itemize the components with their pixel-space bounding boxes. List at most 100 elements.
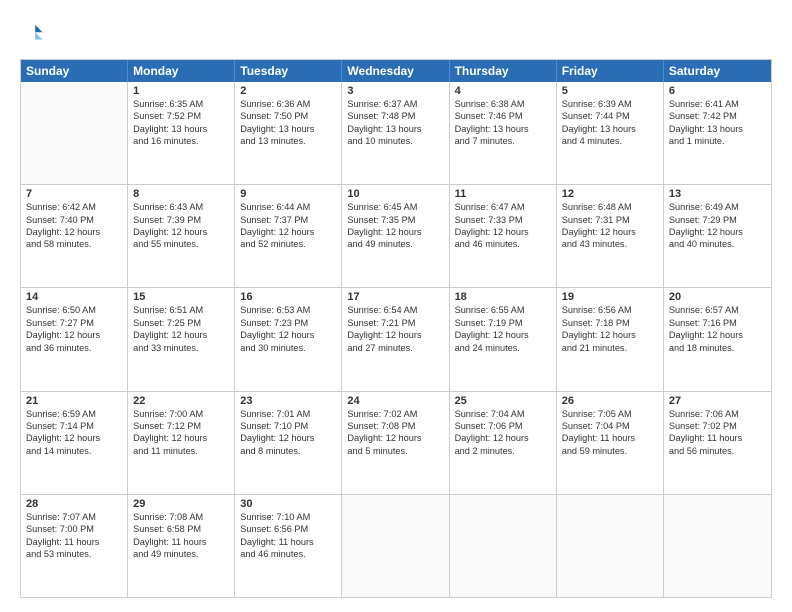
cell-line: Daylight: 12 hours bbox=[26, 226, 122, 238]
cell-line: Sunset: 6:58 PM bbox=[133, 523, 229, 535]
calendar-empty-cell bbox=[342, 495, 449, 597]
cell-line: Sunset: 7:14 PM bbox=[26, 420, 122, 432]
calendar-day-5: 5Sunrise: 6:39 AMSunset: 7:44 PMDaylight… bbox=[557, 82, 664, 184]
header bbox=[20, 18, 772, 49]
cell-line: Daylight: 12 hours bbox=[562, 226, 658, 238]
calendar-day-15: 15Sunrise: 6:51 AMSunset: 7:25 PMDayligh… bbox=[128, 288, 235, 390]
cell-line: Sunrise: 7:07 AM bbox=[26, 511, 122, 523]
day-number: 29 bbox=[133, 498, 229, 510]
cell-line: Sunrise: 7:00 AM bbox=[133, 408, 229, 420]
cell-line: Daylight: 12 hours bbox=[455, 432, 551, 444]
calendar-day-24: 24Sunrise: 7:02 AMSunset: 7:08 PMDayligh… bbox=[342, 392, 449, 494]
cell-line: Sunrise: 7:02 AM bbox=[347, 408, 443, 420]
cell-line: Sunrise: 7:06 AM bbox=[669, 408, 766, 420]
cell-line: Sunrise: 6:36 AM bbox=[240, 98, 336, 110]
cell-line: Sunrise: 6:59 AM bbox=[26, 408, 122, 420]
cell-line: and 24 minutes. bbox=[455, 342, 551, 354]
cell-line: Sunset: 7:06 PM bbox=[455, 420, 551, 432]
calendar-day-25: 25Sunrise: 7:04 AMSunset: 7:06 PMDayligh… bbox=[450, 392, 557, 494]
cell-line: Sunset: 7:29 PM bbox=[669, 214, 766, 226]
calendar-day-16: 16Sunrise: 6:53 AMSunset: 7:23 PMDayligh… bbox=[235, 288, 342, 390]
calendar-day-4: 4Sunrise: 6:38 AMSunset: 7:46 PMDaylight… bbox=[450, 82, 557, 184]
calendar-day-10: 10Sunrise: 6:45 AMSunset: 7:35 PMDayligh… bbox=[342, 185, 449, 287]
cell-line: Sunset: 7:12 PM bbox=[133, 420, 229, 432]
cell-line: Daylight: 12 hours bbox=[26, 432, 122, 444]
calendar-day-27: 27Sunrise: 7:06 AMSunset: 7:02 PMDayligh… bbox=[664, 392, 771, 494]
cell-line: Sunset: 7:42 PM bbox=[669, 110, 766, 122]
cell-line: Sunset: 7:37 PM bbox=[240, 214, 336, 226]
cell-line: and 46 minutes. bbox=[240, 548, 336, 560]
calendar-day-26: 26Sunrise: 7:05 AMSunset: 7:04 PMDayligh… bbox=[557, 392, 664, 494]
cell-line: Sunset: 7:18 PM bbox=[562, 317, 658, 329]
day-number: 21 bbox=[26, 395, 122, 407]
cell-line: and 1 minute. bbox=[669, 135, 766, 147]
cell-line: Sunrise: 6:39 AM bbox=[562, 98, 658, 110]
cell-line: Daylight: 12 hours bbox=[347, 329, 443, 341]
cell-line: Daylight: 12 hours bbox=[669, 329, 766, 341]
cell-line: Daylight: 12 hours bbox=[455, 329, 551, 341]
cell-line: Sunrise: 6:43 AM bbox=[133, 201, 229, 213]
cell-line: Sunset: 7:27 PM bbox=[26, 317, 122, 329]
cell-line: Sunrise: 6:55 AM bbox=[455, 304, 551, 316]
day-number: 18 bbox=[455, 291, 551, 303]
cell-line: and 4 minutes. bbox=[562, 135, 658, 147]
day-number: 8 bbox=[133, 188, 229, 200]
calendar-day-11: 11Sunrise: 6:47 AMSunset: 7:33 PMDayligh… bbox=[450, 185, 557, 287]
cell-line: Daylight: 13 hours bbox=[562, 123, 658, 135]
cell-line: and 56 minutes. bbox=[669, 445, 766, 457]
cell-line: Sunset: 7:50 PM bbox=[240, 110, 336, 122]
cell-line: and 46 minutes. bbox=[455, 238, 551, 250]
calendar-empty-cell bbox=[21, 82, 128, 184]
calendar-day-21: 21Sunrise: 6:59 AMSunset: 7:14 PMDayligh… bbox=[21, 392, 128, 494]
cell-line: Daylight: 12 hours bbox=[133, 226, 229, 238]
cell-line: Sunset: 7:23 PM bbox=[240, 317, 336, 329]
cell-line: Sunset: 7:31 PM bbox=[562, 214, 658, 226]
cell-line: Sunset: 7:40 PM bbox=[26, 214, 122, 226]
cell-line: Daylight: 12 hours bbox=[133, 329, 229, 341]
cell-line: Daylight: 11 hours bbox=[562, 432, 658, 444]
day-number: 22 bbox=[133, 395, 229, 407]
cell-line: Sunset: 7:02 PM bbox=[669, 420, 766, 432]
day-number: 12 bbox=[562, 188, 658, 200]
cell-line: Daylight: 12 hours bbox=[669, 226, 766, 238]
cell-line: Sunset: 7:39 PM bbox=[133, 214, 229, 226]
header-day-friday: Friday bbox=[557, 60, 664, 82]
calendar-day-3: 3Sunrise: 6:37 AMSunset: 7:48 PMDaylight… bbox=[342, 82, 449, 184]
day-number: 20 bbox=[669, 291, 766, 303]
calendar-day-14: 14Sunrise: 6:50 AMSunset: 7:27 PMDayligh… bbox=[21, 288, 128, 390]
cell-line: Sunset: 7:19 PM bbox=[455, 317, 551, 329]
cell-line: Daylight: 12 hours bbox=[240, 329, 336, 341]
calendar-day-18: 18Sunrise: 6:55 AMSunset: 7:19 PMDayligh… bbox=[450, 288, 557, 390]
cell-line: Sunset: 7:46 PM bbox=[455, 110, 551, 122]
cell-line: and 18 minutes. bbox=[669, 342, 766, 354]
day-number: 30 bbox=[240, 498, 336, 510]
calendar-day-22: 22Sunrise: 7:00 AMSunset: 7:12 PMDayligh… bbox=[128, 392, 235, 494]
calendar-day-17: 17Sunrise: 6:54 AMSunset: 7:21 PMDayligh… bbox=[342, 288, 449, 390]
page: SundayMondayTuesdayWednesdayThursdayFrid… bbox=[0, 0, 792, 612]
cell-line: and 59 minutes. bbox=[562, 445, 658, 457]
day-number: 3 bbox=[347, 85, 443, 97]
day-number: 28 bbox=[26, 498, 122, 510]
day-number: 23 bbox=[240, 395, 336, 407]
calendar-day-23: 23Sunrise: 7:01 AMSunset: 7:10 PMDayligh… bbox=[235, 392, 342, 494]
calendar-empty-cell bbox=[450, 495, 557, 597]
day-number: 6 bbox=[669, 85, 766, 97]
cell-line: Daylight: 13 hours bbox=[347, 123, 443, 135]
day-number: 14 bbox=[26, 291, 122, 303]
cell-line: and 14 minutes. bbox=[26, 445, 122, 457]
cell-line: and 10 minutes. bbox=[347, 135, 443, 147]
cell-line: and 8 minutes. bbox=[240, 445, 336, 457]
cell-line: Daylight: 12 hours bbox=[26, 329, 122, 341]
logo bbox=[20, 22, 46, 49]
cell-line: and 58 minutes. bbox=[26, 238, 122, 250]
cell-line: Daylight: 12 hours bbox=[562, 329, 658, 341]
cell-line: Sunrise: 6:37 AM bbox=[347, 98, 443, 110]
cell-line: and 33 minutes. bbox=[133, 342, 229, 354]
cell-line: and 43 minutes. bbox=[562, 238, 658, 250]
cell-line: Sunrise: 6:41 AM bbox=[669, 98, 766, 110]
calendar-day-6: 6Sunrise: 6:41 AMSunset: 7:42 PMDaylight… bbox=[664, 82, 771, 184]
calendar-day-19: 19Sunrise: 6:56 AMSunset: 7:18 PMDayligh… bbox=[557, 288, 664, 390]
cell-line: and 30 minutes. bbox=[240, 342, 336, 354]
cell-line: Daylight: 12 hours bbox=[240, 432, 336, 444]
cell-line: Sunrise: 6:45 AM bbox=[347, 201, 443, 213]
